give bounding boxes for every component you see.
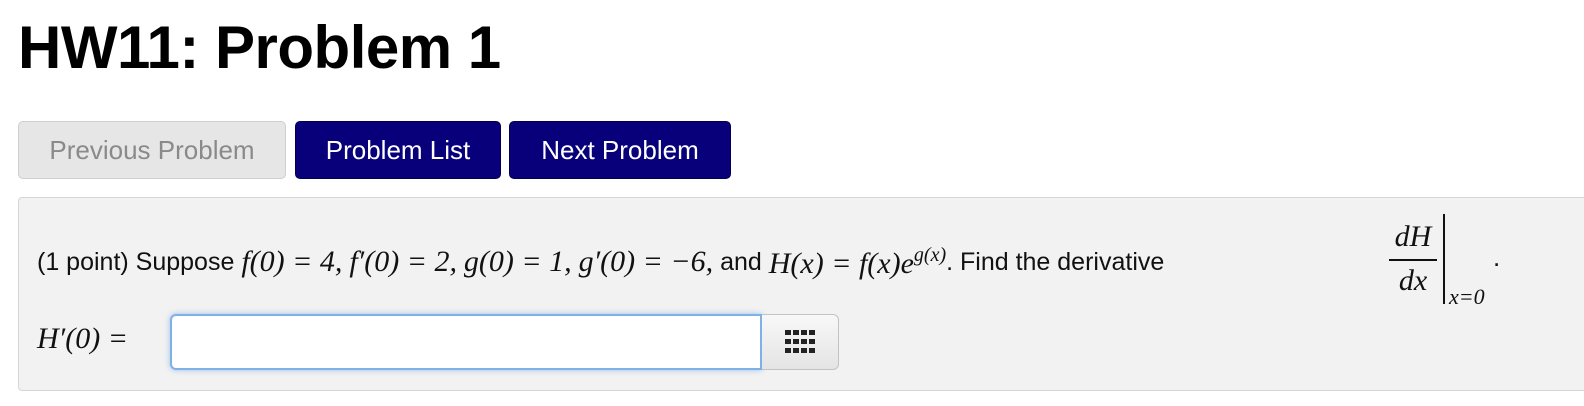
problem-statement: (1 point) Suppose f(0) = 4, f′(0) = 2, g… — [37, 242, 1164, 282]
fraction-numerator: dH — [1394, 220, 1432, 253]
and-text: and — [720, 247, 762, 276]
fraction-denominator: dx — [1398, 264, 1428, 297]
find-derivative-text: . Find the derivative — [946, 247, 1165, 276]
problem-list-button[interactable]: Problem List — [295, 121, 501, 179]
next-problem-button[interactable]: Next Problem — [509, 121, 731, 179]
math-fprime0: f′(0) = 2, — [349, 245, 457, 278]
points-text: (1 point) Suppose — [37, 247, 235, 276]
math-H-exponent: g(x) — [913, 243, 947, 266]
answer-label: H′(0) = — [37, 322, 128, 355]
answer-input[interactable] — [170, 314, 762, 370]
math-f0: f(0) = 4, — [241, 245, 343, 278]
math-H-base: H(x) = f(x)e — [768, 246, 914, 280]
math-gprime0: g′(0) = −6, — [578, 245, 714, 278]
fraction-bar — [1389, 259, 1437, 261]
math-H-definition: H(x) = f(x)eg(x) — [769, 244, 946, 281]
equation-palette-button[interactable] — [762, 314, 839, 370]
problem-panel: (1 point) Suppose f(0) = 4, f′(0) = 2, g… — [18, 197, 1584, 391]
statement-period: . — [1493, 242, 1501, 272]
previous-problem-button[interactable]: Previous Problem — [18, 121, 286, 179]
evaluation-bar — [1443, 214, 1445, 304]
math-g0: g(0) = 1, — [463, 245, 572, 278]
derivative-fraction: dH dx — [1389, 220, 1437, 300]
grid-keypad-icon — [785, 330, 815, 353]
page-title: HW11: Problem 1 — [18, 14, 501, 81]
evaluation-point: x=0 — [1449, 284, 1485, 309]
